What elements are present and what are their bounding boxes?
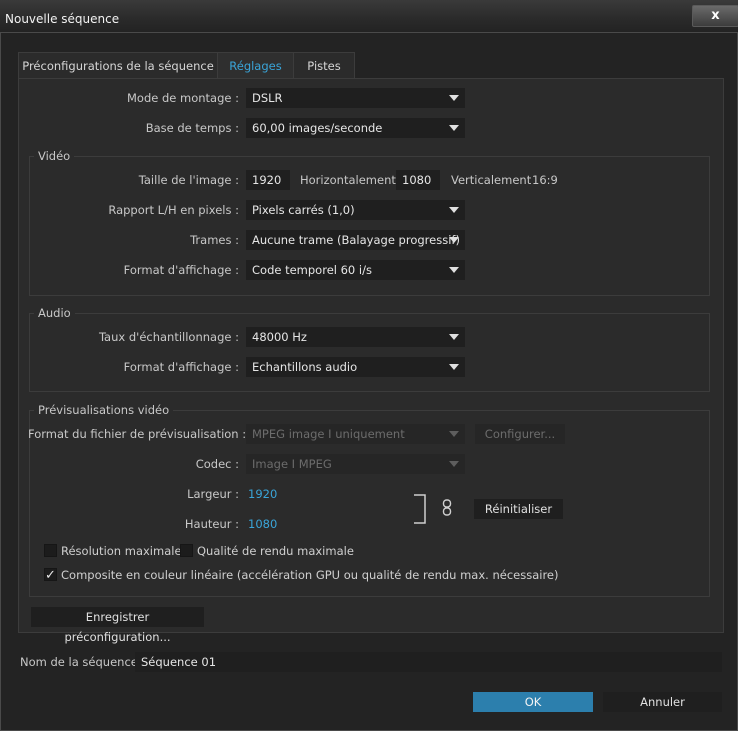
codec-label: Codec : — [195, 457, 239, 471]
sample-rate-label: Taux d'échantillonnage : — [98, 330, 239, 344]
preview-width-value[interactable]: 1920 — [248, 487, 277, 501]
edit-mode-value: DSLR — [252, 91, 283, 105]
sample-rate-value: 48000 Hz — [252, 330, 307, 344]
cancel-button[interactable]: Annuler — [603, 692, 722, 712]
video-display-format-dropdown[interactable]: Code temporel 60 i/s — [246, 260, 465, 280]
link-bracket — [414, 494, 426, 524]
audio-display-format-dropdown[interactable]: Echantillons audio — [246, 357, 465, 377]
audio-display-format-label: Format d'affichage : — [123, 360, 239, 374]
preview-group-title: Prévisualisations vidéo — [34, 403, 174, 417]
linear-composite-checkbox[interactable]: ✓ — [44, 568, 57, 582]
preview-file-format-value: MPEG image I uniquement — [252, 427, 405, 441]
chevron-down-icon — [449, 431, 459, 437]
edit-mode-label: Mode de montage : — [126, 91, 239, 105]
edit-mode-dropdown[interactable]: DSLR — [246, 88, 465, 108]
max-resolution-checkbox[interactable] — [44, 544, 57, 557]
audio-display-format-value: Echantillons audio — [252, 360, 358, 374]
frame-height-input[interactable]: 1080 — [396, 170, 440, 190]
pixel-aspect-dropdown[interactable]: Pixels carrés (1,0) — [246, 200, 465, 220]
reset-button[interactable]: Réinitialiser — [474, 499, 563, 519]
audio-group — [29, 313, 710, 392]
video-group-title: Vidéo — [34, 149, 75, 163]
video-display-format-value: Code temporel 60 i/s — [252, 263, 372, 277]
frame-size-label: Taille de l'image : — [138, 173, 239, 187]
preview-width-label: Largeur : — [187, 487, 239, 501]
ok-button[interactable]: OK — [473, 692, 593, 712]
chevron-down-icon — [449, 95, 459, 101]
aspect-ratio-readout: 16:9 — [532, 173, 558, 187]
chevron-down-icon — [449, 364, 459, 370]
tab-settings[interactable]: Réglages — [217, 52, 294, 79]
preview-file-format-dropdown[interactable]: MPEG image I uniquement — [246, 424, 465, 444]
max-resolution-label: Résolution maximale — [61, 544, 182, 558]
frame-width-input[interactable]: 1920 — [246, 170, 290, 190]
close-button[interactable]: x — [692, 5, 738, 27]
chevron-down-icon — [449, 207, 459, 213]
fields-value: Aucune trame (Balayage progressif) — [252, 233, 460, 247]
chevron-down-icon — [449, 334, 459, 340]
codec-value: Image I MPEG — [252, 457, 332, 471]
linear-composite-label: Composite en couleur linéaire (accélérat… — [61, 568, 559, 582]
timebase-dropdown[interactable]: 60,00 images/seconde — [246, 118, 465, 138]
video-display-format-label: Format d'affichage : — [123, 263, 239, 277]
window-title: Nouvelle séquence — [5, 12, 120, 26]
close-icon: x — [711, 8, 720, 23]
chevron-down-icon — [449, 237, 459, 243]
sequence-name-label: Nom de la séquence : — [20, 655, 146, 669]
preview-height-value[interactable]: 1080 — [248, 517, 277, 531]
horizontal-label: Horizontalement — [300, 173, 396, 187]
chain-link-icon[interactable] — [441, 499, 453, 517]
codec-dropdown[interactable]: Image I MPEG — [246, 454, 465, 474]
chevron-down-icon — [449, 267, 459, 273]
pixel-aspect-value: Pixels carrés (1,0) — [252, 203, 355, 217]
max-quality-checkbox[interactable] — [180, 544, 193, 557]
sequence-name-input[interactable]: Séquence 01 — [135, 652, 722, 672]
timebase-label: Base de temps : — [145, 121, 239, 135]
sample-rate-dropdown[interactable]: 48000 Hz — [246, 327, 465, 347]
pixel-aspect-label: Rapport L/H en pixels : — [108, 203, 239, 217]
chevron-down-icon — [449, 125, 459, 131]
preview-height-label: Hauteur : — [184, 517, 239, 531]
fields-label: Trames : — [190, 233, 239, 247]
timebase-value: 60,00 images/seconde — [252, 121, 383, 135]
chevron-down-icon — [449, 461, 459, 467]
fields-dropdown[interactable]: Aucune trame (Balayage progressif) — [246, 230, 465, 250]
save-preset-button[interactable]: Enregistrer préconfiguration... — [31, 607, 204, 644]
tab-tracks[interactable]: Pistes — [293, 52, 355, 79]
audio-group-title: Audio — [34, 306, 75, 320]
tab-presets[interactable]: Préconfigurations de la séquence — [18, 52, 218, 79]
configure-button[interactable]: Configurer... — [475, 424, 565, 444]
vertical-label: Verticalement — [451, 173, 532, 187]
max-quality-label: Qualité de rendu maximale — [197, 544, 354, 558]
preview-file-format-label: Format du fichier de prévisualisation : — [28, 427, 247, 441]
